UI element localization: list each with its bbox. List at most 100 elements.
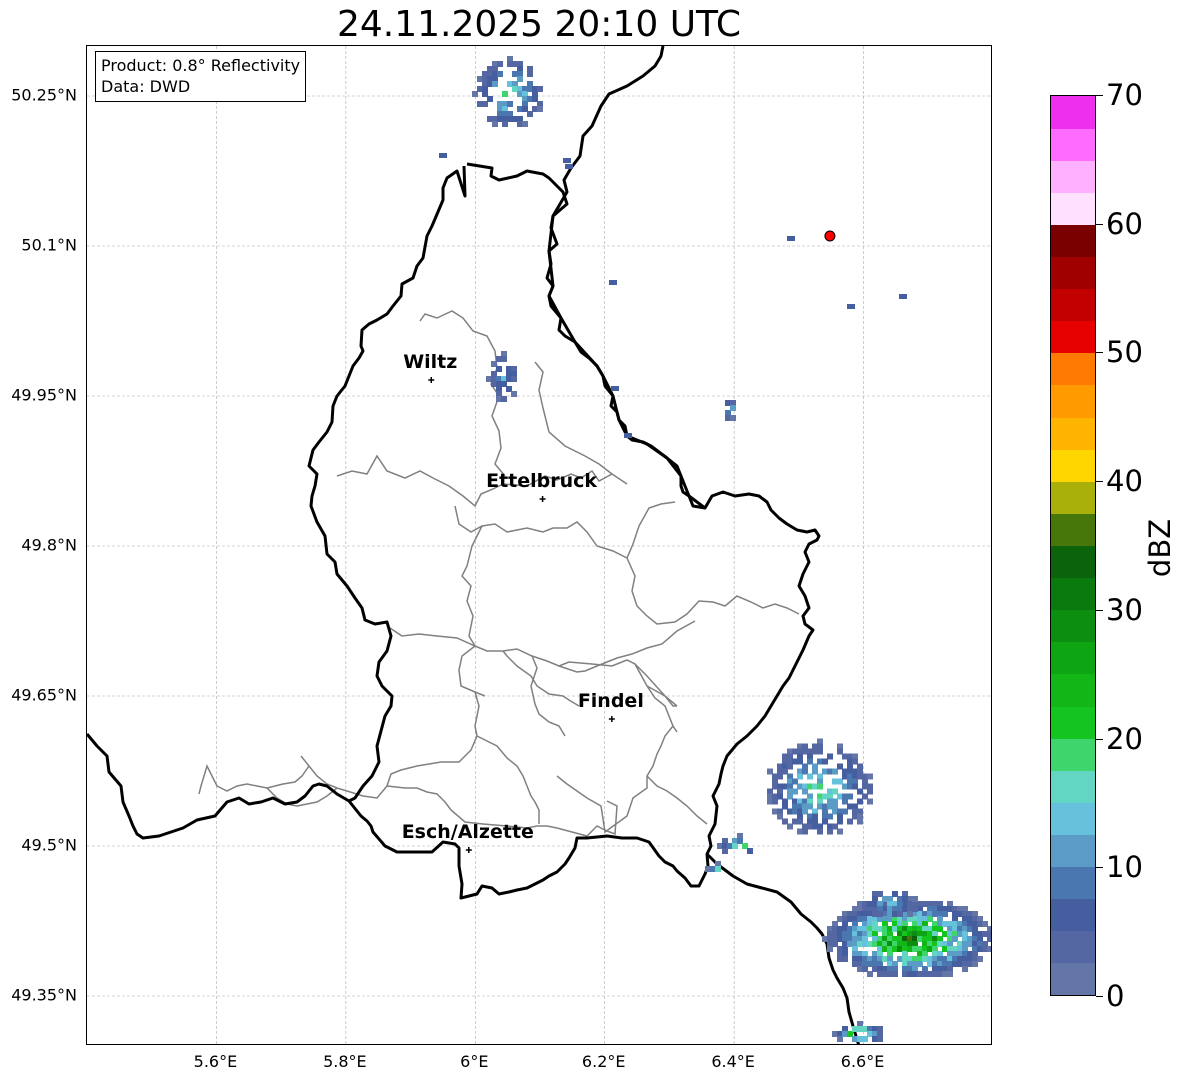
colorbar-segment (1051, 706, 1095, 739)
city-label: Wiltz (403, 351, 458, 373)
radar-pixel (817, 783, 823, 790)
colorbar-segment (1051, 481, 1095, 514)
city-marker (465, 847, 472, 853)
colorbar-tick (1096, 352, 1103, 354)
lon-tick-label: 6.6°E (840, 1052, 885, 1071)
radar-pixel (877, 1036, 883, 1042)
colorbar-tick (1096, 867, 1103, 869)
colorbar-segment (1051, 384, 1095, 418)
colorbar-segment (1051, 128, 1095, 161)
lat-tick-label: 49.95°N (11, 385, 77, 405)
radar-pixel (912, 896, 918, 902)
colorbar-tick-label: 70 (1106, 78, 1143, 112)
colorbar-tick (1096, 609, 1103, 611)
canton-border (461, 525, 483, 647)
canton-border (198, 763, 310, 795)
colorbar-tick-label: 30 (1106, 592, 1143, 627)
colorbar-segment (1051, 96, 1095, 129)
radar-pixel (912, 906, 918, 912)
radar-pixel (565, 164, 573, 169)
radar-pixel (987, 946, 991, 952)
radar-pixel (497, 71, 503, 77)
radar-pixel (507, 101, 513, 107)
lat-tick-label: 49.35°N (11, 985, 77, 1005)
colorbar-segment (1051, 192, 1095, 225)
radar-pixel (502, 91, 508, 97)
city-label: Findel (577, 690, 644, 712)
canton-border (646, 775, 708, 825)
colorbar-segment (1051, 898, 1095, 932)
city-marker (608, 716, 615, 722)
colorbar-segment (1051, 320, 1095, 354)
radar-pixel (522, 121, 528, 127)
colorbar-tick (1096, 481, 1103, 483)
radar-pixel (867, 788, 873, 795)
radar-pixel (857, 818, 863, 825)
source-text: Data: DWD (101, 77, 191, 96)
colorbar-segment (1051, 673, 1095, 707)
colorbar-segment (1051, 513, 1095, 546)
canton-border (626, 557, 800, 625)
germany-france-border (705, 852, 860, 1044)
radar-pixel (817, 828, 823, 835)
colorbar-tick (1096, 223, 1103, 225)
radar-pixel (511, 391, 517, 397)
canton-border (476, 735, 540, 824)
graticule (87, 46, 991, 1044)
colorbar-tick-label: 0 (1106, 979, 1125, 1013)
map-area[interactable] (86, 45, 992, 1045)
radar-pixel (439, 153, 447, 158)
radar-pixel (496, 366, 502, 372)
colorbar-segment (1051, 738, 1095, 771)
lon-tick-label: 5.6°E (193, 1052, 238, 1071)
radar-echoes (439, 56, 991, 1042)
radar-pixel (563, 158, 571, 163)
info-box: Product: 0.8° Reflectivity Data: DWD (95, 51, 307, 102)
radar-pixel (847, 793, 853, 800)
colorbar-tick-label: 40 (1106, 464, 1143, 499)
colorbar-segment (1051, 449, 1095, 482)
radar-pixel (837, 828, 843, 835)
map-canvas (87, 46, 991, 1044)
colorbar-segment (1051, 577, 1095, 611)
canton-border (454, 501, 676, 560)
colorbar-segment (1051, 962, 1095, 996)
radar-pixel (730, 415, 736, 421)
canton-border (386, 620, 696, 673)
canton-border (534, 361, 613, 475)
city-marker (428, 377, 435, 383)
colorbar-segment (1051, 802, 1095, 835)
radar-pixel (977, 956, 983, 962)
colorbar-segment (1051, 834, 1095, 868)
radar-pixel (537, 106, 543, 112)
colorbar-tick (1096, 996, 1103, 997)
radar-pixel (837, 818, 843, 825)
colorbar-segment (1051, 770, 1095, 803)
radar-pixel (842, 956, 848, 962)
colorbar-tick-label: 10 (1106, 850, 1143, 885)
lat-tick-label: 50.1°N (21, 235, 77, 255)
lon-tick-label: 6.2°E (581, 1052, 626, 1071)
radar-pixel (730, 405, 736, 411)
colorbar-tick-label: 50 (1106, 335, 1143, 370)
colorbar-segment (1051, 545, 1095, 579)
radar-pixel (902, 896, 908, 902)
radar-pixel (947, 971, 953, 977)
radar-pixel (899, 294, 907, 299)
colorbar (1050, 95, 1096, 996)
colorbar-segment (1051, 160, 1095, 193)
radar-pixel (517, 76, 523, 82)
colorbar-segment (1051, 352, 1095, 386)
canton-border (419, 310, 506, 477)
radar-pixel (497, 61, 503, 67)
radar-pixel (827, 753, 833, 760)
product-text: Product: 0.8° Reflectivity (101, 56, 301, 75)
colorbar-segment (1051, 288, 1095, 322)
radar-pixel (487, 96, 493, 102)
radar-pixel (624, 433, 632, 438)
radar-site-marker (824, 230, 836, 242)
radar-pixel (892, 971, 898, 977)
map-title: 24.11.2025 20:10 UTC (336, 4, 742, 45)
lat-tick-label: 49.8°N (21, 535, 77, 555)
radar-pixel (747, 848, 753, 854)
